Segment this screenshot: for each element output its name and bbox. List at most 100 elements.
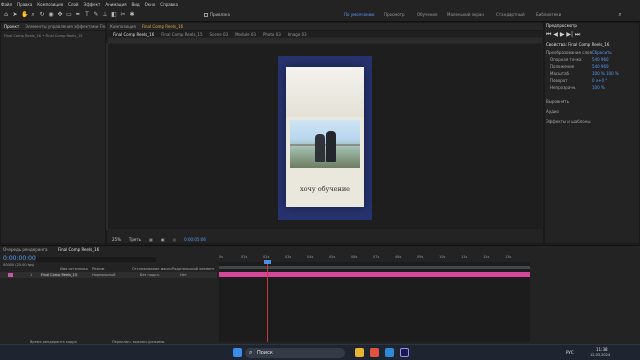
snapshot-icon[interactable]: ◎ [173,237,177,242]
workspace-review[interactable]: Просмотр [384,12,405,17]
snap-checkbox[interactable] [204,13,208,17]
playback-controls[interactable]: ⏮ ◀ ▶ ▶| ⏭ [546,31,580,39]
project-panel: Проект Элементы управления эффектами Fin… [0,22,113,244]
section-align[interactable]: Выровнять [546,99,569,104]
layer-name[interactable]: Final Comp Reels_15 [40,273,79,277]
section-effects[interactable]: Эффекты и шаблоны [546,119,591,124]
clock-time[interactable]: 11:38 [596,347,608,352]
search-help-icon[interactable]: ⌕ [617,11,623,18]
menu-item-edit[interactable]: Правка [17,2,32,7]
prop-scale: Масштаб [550,71,570,76]
horizontal-ruler [108,38,542,43]
comp-tab-3[interactable]: Scene 03 [210,32,229,37]
time-ruler-tick: 03s [285,255,292,259]
menu-bar: Файл Правка Композиция Слой Эффект Анима… [0,0,640,8]
work-area-bar[interactable] [219,266,530,269]
section-audio[interactable]: Аудио [546,109,559,114]
menu-item-animation[interactable]: Анимация [105,2,126,7]
table-row[interactable]: 1 Final Comp Reels_15 Нормальный Без под… [0,272,217,278]
after-effects-icon[interactable] [400,348,409,357]
playhead-handle[interactable] [264,260,271,264]
prop-anchor-value[interactable]: 540 960 [592,57,609,62]
workspace-learn[interactable]: Обучение [417,12,437,17]
layer-label-color[interactable] [8,273,13,277]
eraser-tool-icon[interactable]: ◧ [111,11,117,18]
layer-mode[interactable]: Нормальный [92,273,115,277]
tab-timeline-comp[interactable]: Final Comp Reels_16 [58,247,99,252]
resolution-select[interactable]: Треть [129,237,141,242]
search-icon: ⌕ [249,349,253,356]
tab-effect-controls[interactable]: Элементы управления эффектами Final C [25,24,113,29]
anchor-tool-icon[interactable]: ✥ [57,11,63,18]
column-parent: Родительский элемент [172,267,215,271]
layer-search-input[interactable] [36,257,156,262]
puppet-tool-icon[interactable]: ✱ [129,11,135,18]
column-mode: Режим [92,267,105,271]
tools-bar: ⌂ ➤ ✋ ⌕ ↻ ◉ ✥ ▭ ✒ T ✎ ⊥ ◧ ✂ ✱ Привязка П… [0,8,640,22]
workspace-standard[interactable]: Стандартный [496,12,525,17]
rotate-tool-icon[interactable]: ↻ [39,11,45,18]
layer-parent[interactable]: Нет [180,273,187,277]
menu-item-layer[interactable]: Слой [68,2,78,7]
comp-tab-6[interactable]: Image 03 [288,32,307,37]
menu-item-file[interactable]: Файл [1,2,12,7]
column-name: Имя источника [60,267,88,271]
keyboard-language[interactable]: РУС [566,350,574,355]
clock-date[interactable]: 12.03.2024 [590,353,610,357]
brush-tool-icon[interactable]: ✎ [93,11,99,18]
timeline-timecode[interactable]: 0:00:00:00 [3,255,36,262]
hand-tool-icon[interactable]: ✋ [21,11,28,18]
zoom-select[interactable]: 25% [112,237,121,242]
windows-start-icon[interactable] [233,348,242,357]
menu-item-composition[interactable]: Композиция [37,2,63,7]
rectangle-tool-icon[interactable]: ▭ [66,11,72,18]
tab-render-queue[interactable]: Очередь рендеринга [3,247,48,252]
layer-track[interactable]: Без подкл. [140,273,160,277]
pen-tool-icon[interactable]: ✒ [75,11,81,18]
viewer-controls: 25% Треть ▦ ▣ ◎ 0:00:05:06 [108,235,542,243]
taskbar-search[interactable]: ⌕ Поиск [245,348,345,358]
layer-duration-bar[interactable] [219,272,530,277]
zoom-tool-icon[interactable]: ⌕ [30,11,36,18]
comp-tab-2[interactable]: Final Comp Reels_15 [161,32,202,37]
stamp-tool-icon[interactable]: ⊥ [102,11,108,18]
time-ruler-tick: 04s [307,255,314,259]
prop-position-value[interactable]: 540 960 [592,64,609,69]
playhead[interactable] [267,264,268,342]
menu-item-effect[interactable]: Эффект [84,2,101,7]
workspace-default[interactable]: По умолчанию [344,12,375,17]
prop-rotation-value[interactable]: 0 x+0 ° [592,78,607,83]
composition-label: Композиция [110,24,136,29]
prop-opacity-value[interactable]: 100 % [592,85,605,90]
comp-tab-1[interactable]: Final Comp Reels_16 [113,32,154,37]
edge-icon[interactable] [385,348,394,357]
workspace-small-screen[interactable]: Маленький экран [447,12,484,17]
reset-button[interactable]: Сбросить [592,50,612,55]
file-explorer-icon[interactable] [355,348,364,357]
composition-name[interactable]: Final Comp Reels_16 [142,24,183,29]
menu-item-help[interactable]: Справка [160,2,178,7]
home-icon[interactable]: ⌂ [3,11,9,18]
browser-icon[interactable] [370,348,379,357]
current-time[interactable]: 0:00:05:06 [184,237,206,242]
roto-tool-icon[interactable]: ✂ [120,11,126,18]
layer-index: 1 [30,273,33,277]
time-ruler-tick: 07s [373,255,380,259]
tab-project[interactable]: Проект [4,24,19,29]
time-ruler-tick: 12s [483,255,490,259]
mask-icon[interactable]: ▣ [161,237,165,242]
menu-item-window[interactable]: Окно [145,2,156,7]
time-ruler-tick: 10s [439,255,446,259]
selection-tool-icon[interactable]: ➤ [12,11,18,18]
text-tool-icon[interactable]: T [84,11,90,18]
workspace-libraries[interactable]: Библиотеки [536,12,561,17]
menu-item-view[interactable]: Вид [132,2,140,7]
comp-tab-5[interactable]: Photo 03 [263,32,281,37]
comp-tab-4[interactable]: Module 03 [235,32,256,37]
grid-icon[interactable]: ▦ [149,237,153,242]
prop-scale-value[interactable]: 100 % 100 % [592,71,619,76]
camera-tool-icon[interactable]: ◉ [48,11,54,18]
photo-image [290,120,360,168]
project-breadcrumb: Final Comp Reels_16 • Final Comp Reels_1… [4,34,83,38]
composition-frame: хочу обучение [278,56,372,220]
